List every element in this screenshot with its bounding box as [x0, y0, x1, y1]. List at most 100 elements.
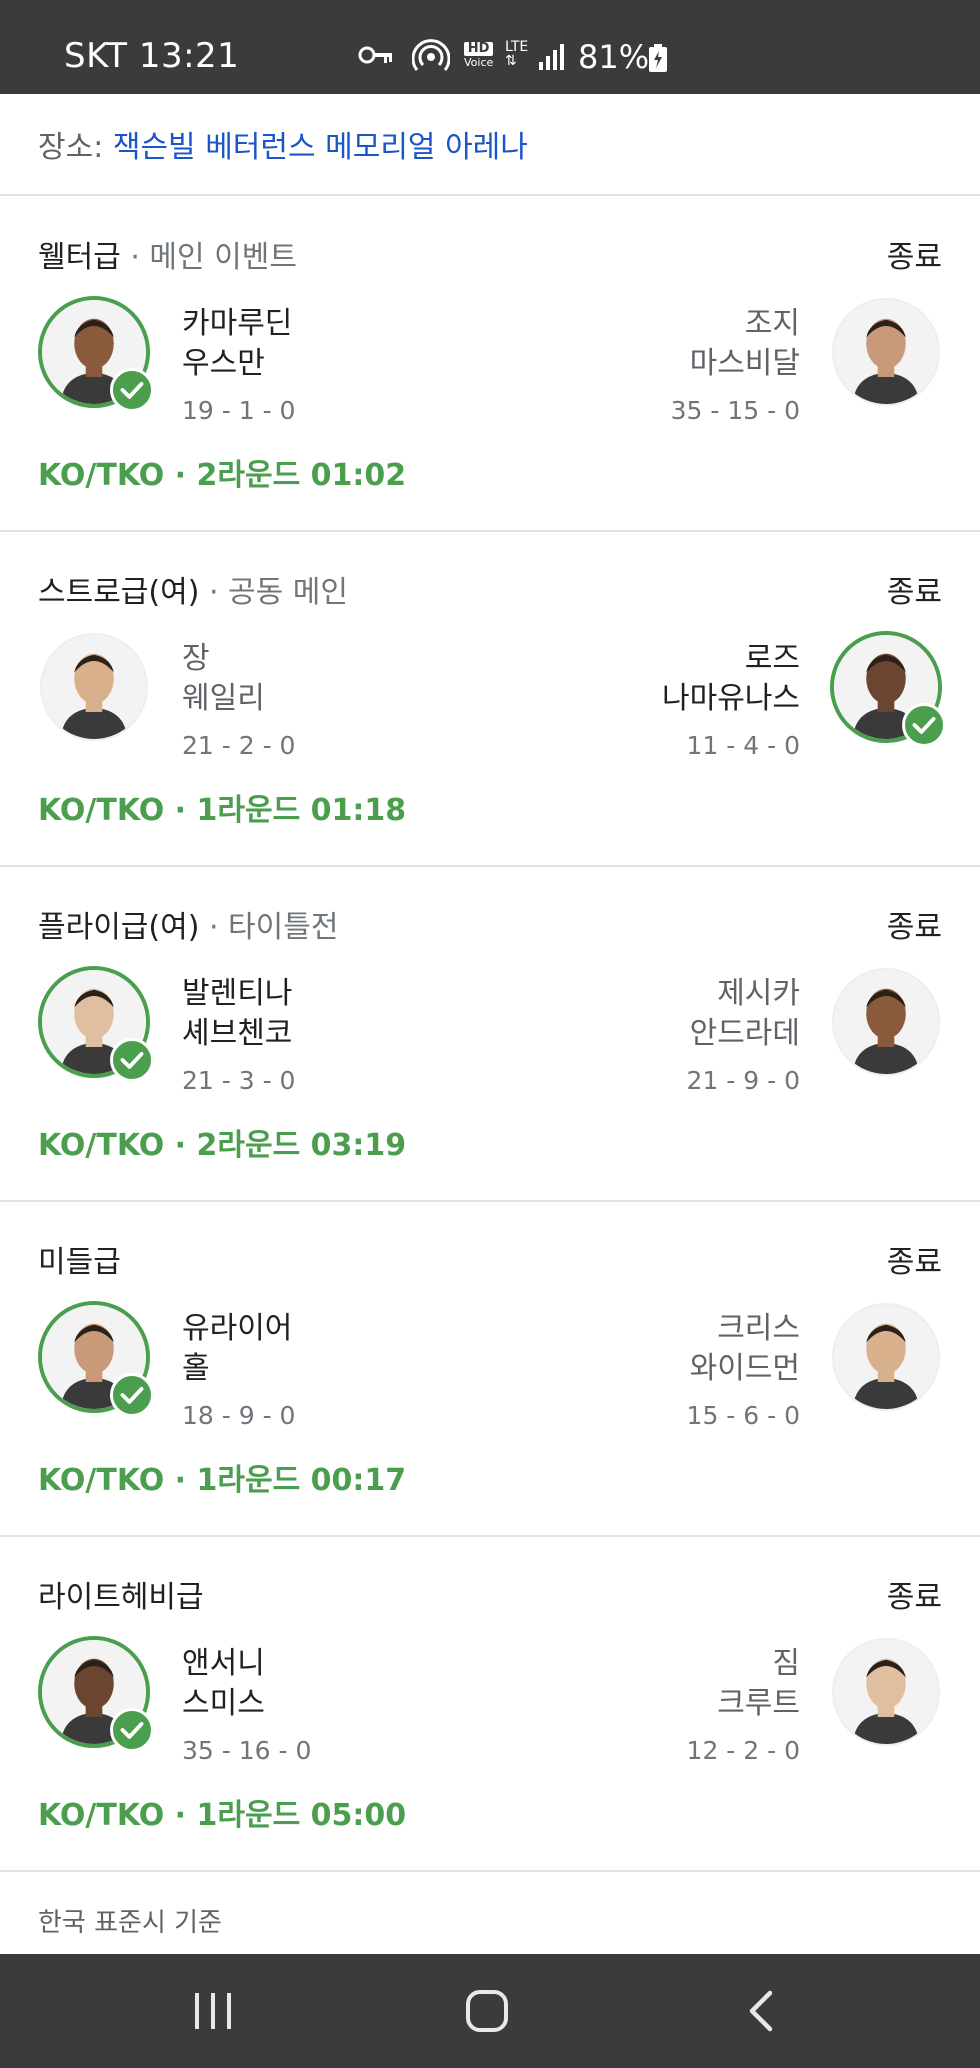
- fighter-name-left[interactable]: 카마루딘우스만: [182, 304, 292, 384]
- fighter-name-line1: 조지: [744, 306, 800, 341]
- fighter-record-left: 21 - 2 - 0: [182, 731, 296, 760]
- bout-subtitle: 타이틀전: [228, 910, 339, 945]
- fighter-avatar-left[interactable]: [38, 966, 154, 1082]
- fighter-photo: [834, 1305, 938, 1409]
- fighter-record-left: 21 - 3 - 0: [182, 1066, 296, 1095]
- fight-card[interactable]: 웰터급 · 메인 이벤트 종료 카마루딘 우스만 19 - 1 - 0 조지 마스비달 35 …: [0, 196, 980, 530]
- match-results-list[interactable]: 장소: 잭슨빌 베터런스 메모리얼 아레나 웰터급 · 메인 이벤트종료 카마루딘…: [0, 94, 980, 1954]
- fighter-name-line2: 나마유나스: [662, 681, 800, 716]
- home-button[interactable]: [442, 1984, 532, 2038]
- weight-class: 웰터급: [38, 240, 121, 275]
- venue-link[interactable]: 잭슨빌 베터런스 메모리얼 아레나: [113, 130, 528, 165]
- fight-card[interactable]: 미들급 종료유라이어홀 18 - 9 - 0 크리스와이드먼 15 - 6 - 0 KO/…: [0, 1201, 980, 1535]
- weight-class-header: 스트로급(여) · 공동 메인: [38, 567, 348, 611]
- carrier-time: SKT 13:21: [64, 36, 240, 76]
- fight-result: KO/TKO · 1라운드 00:17: [38, 1463, 407, 1498]
- fight-result: KO/TKO · 2라운드 03:19: [38, 1128, 407, 1163]
- venue-label: 장소:: [38, 130, 104, 165]
- fighter-name-left[interactable]: 발렌티나 셰브첸코: [182, 974, 292, 1054]
- fighter-name-line2: 홀: [182, 1351, 210, 1386]
- hd-voice-icon: HD Voice: [464, 41, 494, 69]
- back-icon: [716, 1989, 806, 2033]
- recent-apps-button[interactable]: [168, 1984, 258, 2038]
- weight-class-header: 웰터급 · 메인 이벤트: [38, 232, 297, 276]
- fight-status: 종료: [886, 575, 942, 610]
- fighter-name-line2: 셰브첸코: [182, 1016, 293, 1051]
- fighter-photo: [42, 635, 146, 739]
- weight-class-header: 미들급: [38, 1237, 121, 1281]
- winner-check-icon: [902, 703, 946, 747]
- fighter-name-line1: 앤서니: [182, 1646, 265, 1681]
- fighter-avatar-right[interactable]: [832, 1638, 940, 1746]
- fighter-name-right[interactable]: 조지마스비달: [690, 304, 800, 384]
- battery-charging-icon: [648, 44, 668, 76]
- signal-icon: [538, 44, 566, 74]
- fighter-record-right: 11 - 4 - 0: [686, 731, 800, 760]
- winner-check-icon: [110, 1038, 154, 1082]
- back-button[interactable]: [716, 1984, 806, 2038]
- fighter-name-right[interactable]: 짐크루트: [717, 1644, 800, 1724]
- fighter-name-line2: 와이드먼: [689, 1351, 800, 1386]
- fight-card[interactable]: 스트로급(여) · 공동 메인 종료장웨일리 21 - 2 - 0 로즈나마유나스 11…: [0, 531, 980, 865]
- fight-status: 종료: [886, 1245, 942, 1280]
- fighter-name-line1: 유라이어: [182, 1311, 293, 1346]
- fighter-photo: [834, 970, 938, 1074]
- venue-row: 장소: 잭슨빌 베터런스 메모리얼 아레나: [38, 122, 528, 166]
- status-bar: SKT 13:21 HD Voice LTE ⇅ 81%: [0, 0, 980, 94]
- fighter-name-left[interactable]: 유라이어홀: [182, 1309, 292, 1389]
- fighter-name-line2: 안드라데: [689, 1016, 800, 1051]
- fighter-name-line2: 마스비달: [689, 346, 800, 381]
- fighter-name-line2: 웨일리: [182, 681, 265, 716]
- bout-subtitle-separator: ·: [199, 575, 229, 610]
- fighter-avatar-left[interactable]: [38, 1636, 154, 1752]
- fight-result: KO/TKO · 2라운드 01:02: [38, 458, 407, 493]
- fighter-avatar-right[interactable]: [830, 631, 946, 747]
- fighter-name-line1: 장: [182, 641, 210, 676]
- lte-icon: LTE ⇅: [505, 39, 529, 69]
- fighter-record-right: 12 - 2 - 0: [686, 1736, 800, 1765]
- bout-subtitle-separator: ·: [199, 910, 229, 945]
- home-icon: [442, 1989, 532, 2033]
- fighter-record-left: 35 - 16 - 0: [182, 1736, 312, 1765]
- fighter-record-left: 19 - 1 - 0: [182, 396, 296, 425]
- fighter-name-line1: 로즈: [744, 641, 800, 676]
- fighter-avatar-right[interactable]: [832, 298, 940, 406]
- fighter-name-line1: 카마루딘: [182, 306, 293, 341]
- fighter-record-right: 15 - 6 - 0: [686, 1401, 800, 1430]
- fighter-photo: [834, 1640, 938, 1744]
- fighter-name-right[interactable]: 크리스와이드먼: [690, 1309, 800, 1389]
- winner-check-icon: [110, 1708, 154, 1752]
- fighter-name-left[interactable]: 앤서니 스미스: [182, 1644, 265, 1724]
- battery-percent: 81%: [578, 38, 650, 76]
- fighter-avatar-left[interactable]: [38, 296, 154, 412]
- fighter-avatar-right[interactable]: [832, 968, 940, 1076]
- fighter-name-right[interactable]: 로즈나마유나스: [662, 639, 800, 719]
- fight-status: 종료: [886, 1580, 942, 1615]
- weight-class: 플라이급(여): [38, 910, 200, 945]
- fighter-avatar-left[interactable]: [40, 633, 148, 741]
- fighter-name-right[interactable]: 제시카안드라데: [690, 974, 800, 1054]
- fight-status: 종료: [886, 910, 942, 945]
- fighter-avatar-left[interactable]: [38, 1301, 154, 1417]
- weight-class: 스트로급(여): [38, 575, 200, 610]
- bout-subtitle: 공동 메인: [228, 575, 348, 610]
- fighter-record-right: 21 - 9 - 0: [686, 1066, 800, 1095]
- system-nav-bar: [0, 1954, 980, 2068]
- fight-card[interactable]: 플라이급(여) · 타이틀전 종료발렌티나 셰브첸코 21 - 3 - 0 제시카안드라…: [0, 866, 980, 1200]
- weight-class-header: 라이트헤비급: [38, 1572, 204, 1616]
- fighter-name-line2: 우스만: [182, 346, 265, 381]
- winner-check-icon: [110, 368, 154, 412]
- hotspot-icon: [411, 38, 451, 76]
- fighter-name-line1: 크리스: [717, 1311, 800, 1346]
- fighter-record-right: 35 - 15 - 0: [670, 396, 800, 425]
- fighter-avatar-right[interactable]: [832, 1303, 940, 1411]
- fight-result: KO/TKO · 1라운드 01:18: [38, 793, 407, 828]
- vpn-key-icon: [358, 44, 394, 70]
- fighter-name-line1: 짐: [772, 1646, 800, 1681]
- fighter-name-line2: 크루트: [717, 1686, 800, 1721]
- fighter-record-left: 18 - 9 - 0: [182, 1401, 296, 1430]
- fighter-name-line1: 제시카: [717, 976, 800, 1011]
- fight-card[interactable]: 라이트헤비급 종료 앤서니 스미스 35 - 16 - 0 짐 크루트 12 - 2 - 0 K…: [0, 1536, 980, 1870]
- winner-check-icon: [110, 1373, 154, 1417]
- fighter-name-left[interactable]: 장웨일리: [182, 639, 265, 719]
